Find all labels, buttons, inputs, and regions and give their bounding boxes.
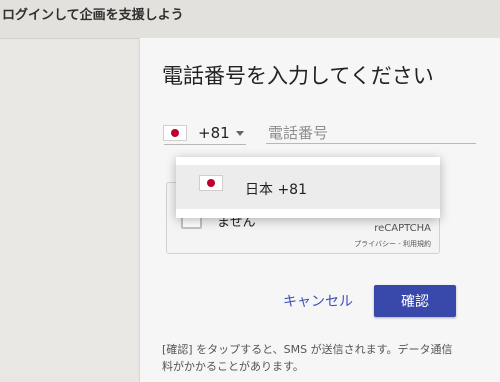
page-title: ログインして企画を支援しよう <box>2 8 184 23</box>
cancel-button[interactable]: キャンセル <box>278 285 358 317</box>
recaptcha-privacy-terms-links[interactable]: プライバシー - 利用規約 <box>354 239 431 249</box>
caret-down-icon <box>236 131 244 136</box>
country-code-select[interactable]: +81 <box>164 124 246 145</box>
dialog-title: 電話番号を入力してください <box>162 64 434 88</box>
sms-notice: [確認] をタップすると、SMS が送信されます。データ通信料がかかることがあり… <box>162 343 453 373</box>
confirm-button[interactable]: 確認 <box>374 285 456 317</box>
country-option-japan[interactable]: 日本 +81 <box>176 165 440 209</box>
country-dropdown-menu: 日本 +81 <box>176 157 440 218</box>
top-header-bar: ログインして企画を支援しよう <box>0 0 500 39</box>
japan-flag-icon <box>200 176 222 190</box>
recaptcha-brand: reCAPTCHA <box>374 223 431 234</box>
phone-number-input[interactable] <box>266 122 476 144</box>
country-option-label: 日本 +81 <box>245 182 307 198</box>
japan-flag-icon <box>164 126 186 140</box>
dial-code: +81 <box>198 124 230 142</box>
